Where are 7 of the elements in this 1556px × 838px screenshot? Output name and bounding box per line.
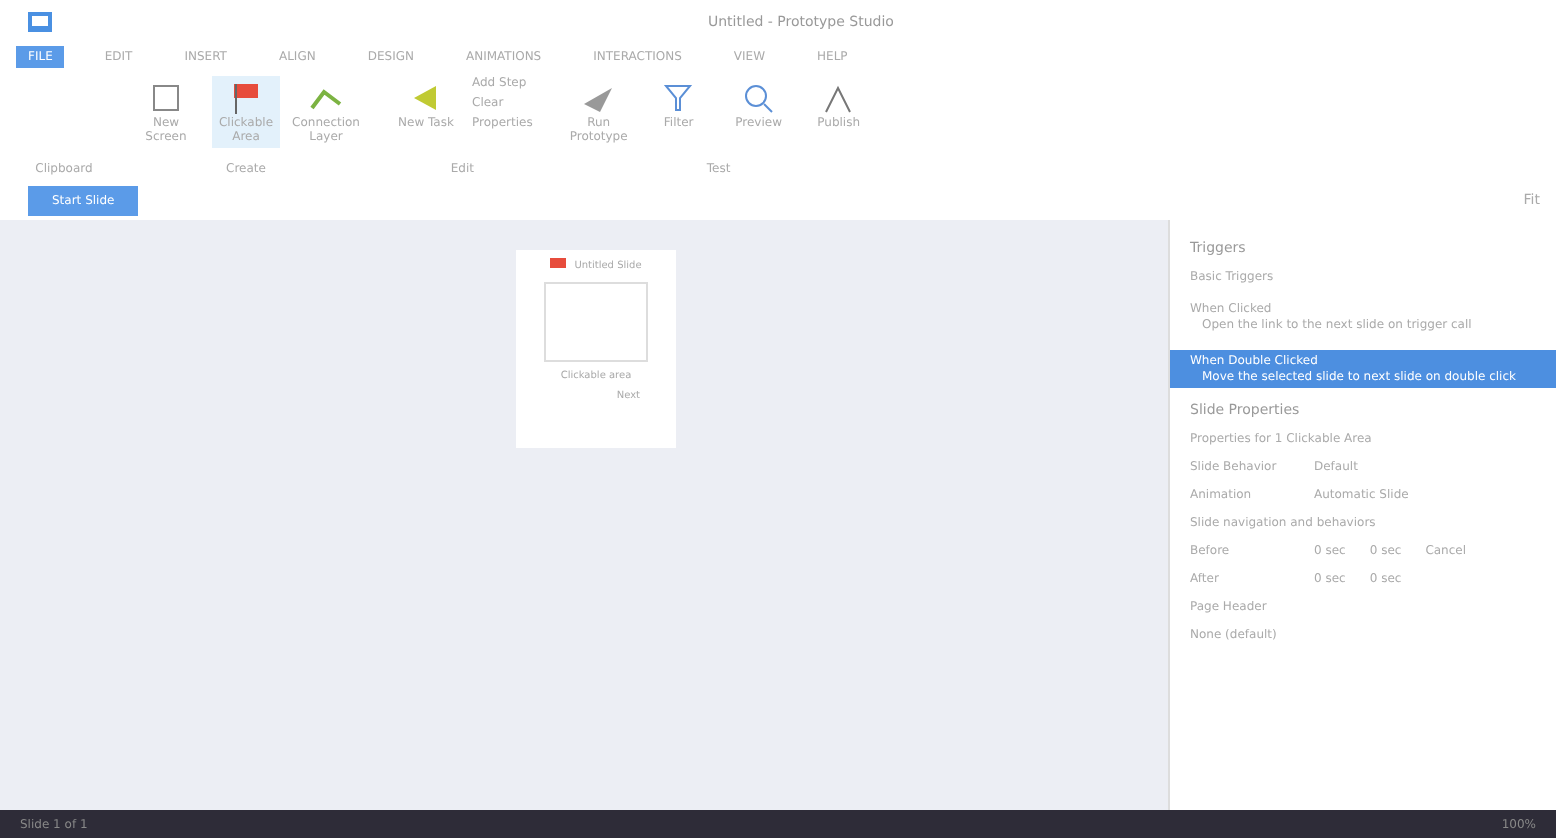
clickable-area[interactable]: [544, 282, 648, 362]
filter-icon: [660, 80, 697, 116]
search-icon: [740, 80, 777, 116]
app-icon: [28, 12, 52, 32]
square-icon: [148, 80, 184, 116]
flag-icon: [228, 80, 264, 116]
flag-icon: [550, 258, 567, 274]
